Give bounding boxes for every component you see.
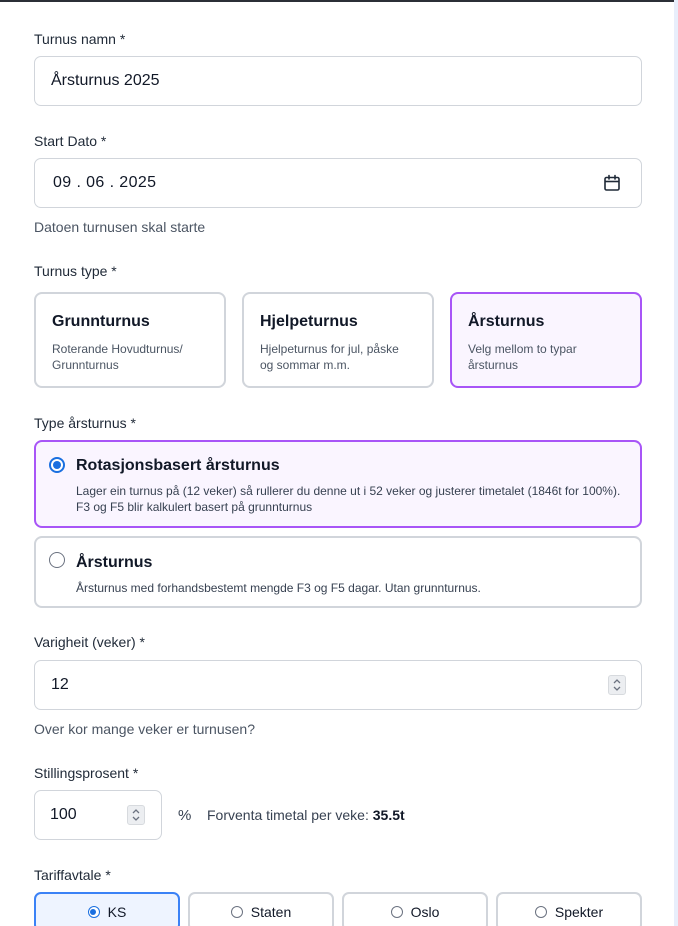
type-card-description: Roterande Hovudturnus/ Grunnturnus (52, 342, 183, 372)
option-description: Årsturnus med forhandsbestemt mengde F3 … (76, 581, 481, 595)
up-down-chevron-icon[interactable] (608, 675, 626, 695)
tariff-option-staten[interactable]: Staten (188, 892, 334, 926)
tariff-option-label: Oslo (410, 904, 440, 920)
percentage-label: Stillingsprosent * (34, 765, 139, 781)
option-description: Lager ein turnus på (12 veker) så ruller… (76, 484, 621, 514)
radio-button[interactable] (230, 906, 243, 918)
option-title: Årsturnus (76, 554, 153, 571)
tariff-option-ks[interactable]: KS (34, 892, 180, 926)
tariff-option-oslo[interactable]: Oslo (342, 892, 488, 926)
radio-button[interactable] (390, 906, 403, 918)
start-date-help: Datoen turnusen skal starte (34, 219, 206, 235)
duration-help: Over kor mange veker er turnusen? (34, 721, 255, 737)
start-date-input[interactable]: 09 . 06 . 2025 (34, 158, 642, 208)
radio-button[interactable] (49, 552, 65, 568)
forecast-value: 35.5t (372, 807, 405, 823)
type-card-title: Årsturnus (468, 313, 545, 330)
forecast-hours: Forventa timetal per veke: 35.5t (207, 807, 405, 823)
radio-button-checked[interactable] (87, 906, 100, 918)
duration-label: Varigheit (veker) * (34, 634, 146, 650)
up-down-chevron-icon[interactable] (127, 805, 145, 825)
turnus-name-value: Årsturnus 2025 (51, 72, 160, 89)
radio-button-checked[interactable] (49, 457, 65, 473)
option-title: Rotasjonsbasert årsturnus (76, 457, 280, 474)
tariff-option-spekter[interactable]: Spekter (496, 892, 642, 926)
start-date-label: Start Dato * (34, 133, 107, 149)
type-card-description: Velg mellom to typar årsturnus (468, 342, 577, 372)
tariff-option-label: KS (107, 904, 127, 920)
calendar-icon[interactable] (603, 174, 621, 192)
arsturnus-type-label: Type årsturnus * (34, 415, 136, 431)
tariff-option-label: Spekter (554, 904, 604, 920)
turnus-type-hjelpeturnus-card[interactable]: Hjelpeturnus Hjelpeturnus for jul, påske… (242, 292, 434, 388)
percentage-value: 100 (50, 806, 77, 823)
turnus-type-arsturnus-card[interactable]: Årsturnus Velg mellom to typar årsturnus (450, 292, 642, 388)
turnus-name-label: Turnus namn * (34, 31, 126, 47)
type-card-title: Grunnturnus (52, 313, 150, 330)
percentage-unit: % (178, 807, 192, 824)
tariff-label: Tariffavtale * (34, 867, 111, 883)
tariff-option-label: Staten (250, 904, 292, 920)
window-top-edge (0, 0, 678, 2)
arsturnus-option-rotasjonsbasert[interactable]: Rotasjonsbasert årsturnus Lager ein turn… (34, 440, 642, 528)
scrollbar-track[interactable] (674, 0, 678, 926)
arsturnus-option-arsturnus[interactable]: Årsturnus Årsturnus med forhandsbestemt … (34, 536, 642, 608)
turnus-name-input[interactable]: Årsturnus 2025 (34, 56, 642, 106)
start-date-value: 09 . 06 . 2025 (53, 174, 157, 191)
duration-value: 12 (51, 676, 69, 693)
percentage-input[interactable]: 100 (34, 790, 162, 840)
type-card-title: Hjelpeturnus (260, 313, 358, 330)
turnus-type-label: Turnus type * (34, 263, 117, 279)
radio-button[interactable] (534, 906, 547, 918)
type-card-description: Hjelpeturnus for jul, påske og sommar m.… (260, 342, 399, 372)
duration-input[interactable]: 12 (34, 660, 642, 710)
turnus-type-grunnturnus-card[interactable]: Grunnturnus Roterande Hovudturnus/ Grunn… (34, 292, 226, 388)
forecast-label: Forventa timetal per veke: (207, 807, 369, 823)
